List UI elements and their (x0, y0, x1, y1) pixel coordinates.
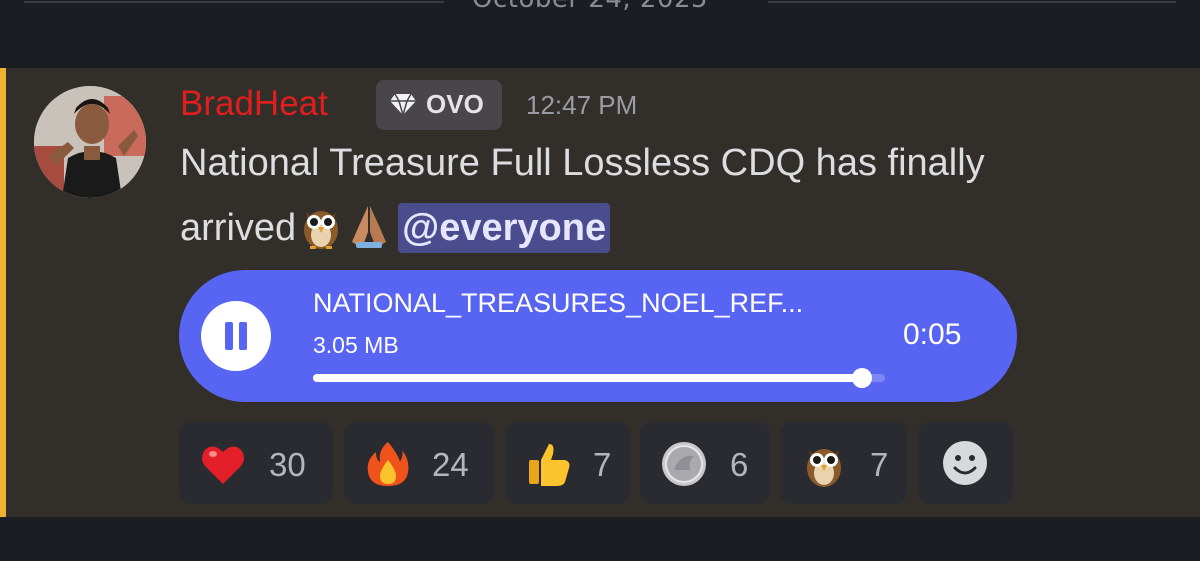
audio-file-name[interactable]: NATIONAL_TREASURES_NOEL_REF... (313, 288, 803, 319)
audio-file-size: 3.05 MB (313, 332, 399, 358)
owl-emoji (304, 211, 339, 249)
reaction-heart[interactable]: 30 (179, 422, 333, 504)
add-reaction-button[interactable] (918, 422, 1013, 504)
message-timestamp[interactable]: 12:47 PM (526, 90, 637, 121)
audio-progress-handle[interactable] (852, 368, 873, 388)
reaction-count: 7 (870, 446, 889, 483)
divider-line-right (768, 1, 1176, 3)
audio-progress-fill (313, 374, 863, 382)
pause-icon-bar (239, 322, 247, 350)
message-text-word: arrived (180, 207, 297, 249)
avatar[interactable] (34, 86, 146, 198)
thumbs-up-emoji (529, 444, 570, 486)
role-tag[interactable]: OVO (376, 80, 502, 130)
author-name[interactable]: BradHeat (180, 84, 328, 124)
audio-player[interactable]: NATIONAL_TREASURES_NOEL_REF... 3.05 MB 0… (179, 270, 1017, 402)
heart-emoji (202, 446, 244, 484)
reaction-count: 30 (269, 446, 306, 483)
divider-line-left (24, 1, 444, 3)
reaction-thumbs-up[interactable]: 7 (505, 422, 630, 504)
smile-icon (943, 441, 987, 485)
owl-emoji (807, 449, 841, 487)
chat-message[interactable]: BradHeat OVO 12:47 PM National Treasure … (0, 68, 1200, 517)
reaction-coin[interactable]: 6 (640, 422, 770, 504)
diamond-icon (390, 93, 416, 116)
audio-progress-track[interactable] (313, 368, 885, 388)
reaction-owl[interactable]: 7 (780, 422, 907, 504)
mention-highlight-bar (0, 68, 6, 517)
reaction-count: 24 (432, 446, 469, 483)
reaction-count: 7 (593, 446, 612, 483)
reaction-fire[interactable]: 24 (344, 422, 494, 504)
pause-icon-bar (225, 322, 233, 350)
fire-emoji (367, 442, 409, 486)
role-label: OVO (426, 89, 484, 119)
message-text-line-2: arrived @everyone (180, 202, 611, 253)
audio-duration: 0:05 (903, 318, 962, 351)
message-text-line-1: National Treasure Full Lossless CDQ has … (180, 142, 985, 184)
reaction-count: 6 (730, 446, 749, 483)
silver-coin-emoji (662, 442, 706, 486)
divider-date: October 24, 2025 (472, 0, 708, 14)
pause-button[interactable] (201, 301, 271, 371)
date-divider: October 24, 2025 (0, 0, 1200, 30)
mention-everyone[interactable]: @everyone (398, 203, 611, 253)
folded-hands-emoji (352, 206, 387, 248)
